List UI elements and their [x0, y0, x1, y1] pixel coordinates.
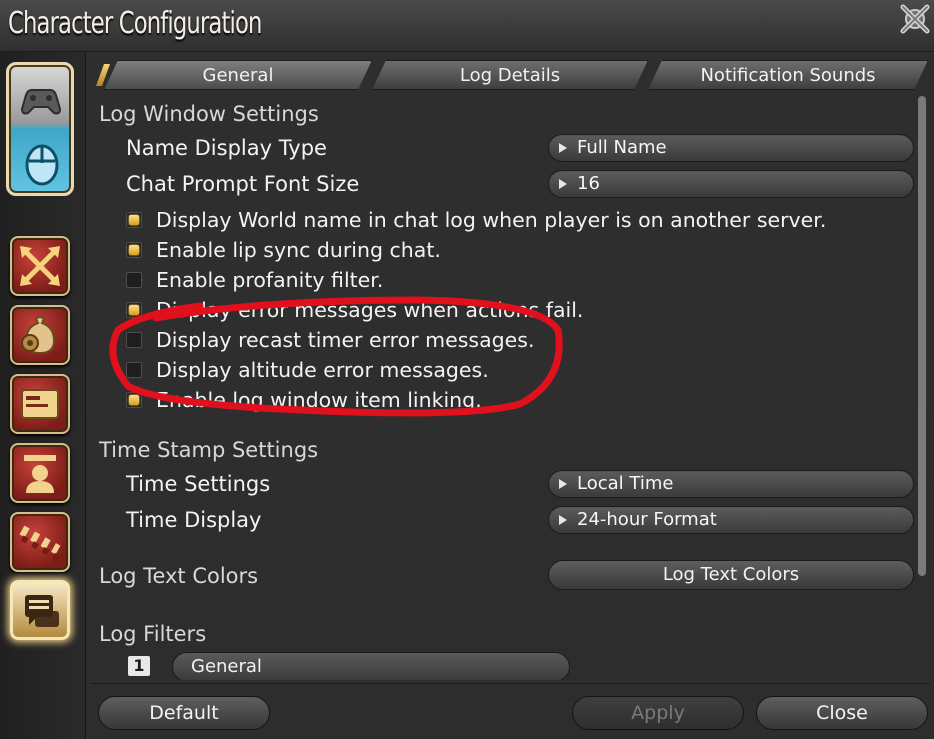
character-settings-button[interactable] [10, 443, 70, 503]
chat-prompt-font-size-dropdown[interactable]: 16 [548, 170, 914, 198]
pvp-settings-button[interactable] [10, 512, 70, 572]
checkbox[interactable] [126, 242, 142, 258]
checkbox-label: Display error messages when actions fail… [156, 298, 584, 322]
bag-gear-icon [21, 316, 56, 355]
checker-flag-icon [19, 525, 61, 561]
close-icon[interactable] [898, 2, 932, 36]
chat-prompt-font-size-value: 16 [577, 173, 600, 194]
time-settings-label: Time Settings [126, 472, 271, 496]
checkbox-label: Display World name in chat log when play… [156, 208, 827, 232]
log-text-colors-title: Log Text Colors [99, 564, 259, 588]
chat-bubbles-icon [25, 595, 59, 627]
crossed-arrows-icon [20, 246, 60, 286]
chat-prompt-font-size-label: Chat Prompt Font Size [126, 172, 360, 196]
name-display-type-value: Full Name [577, 137, 667, 158]
caret-right-icon [559, 179, 567, 189]
window-title: Character Configuration [8, 6, 262, 41]
caret-right-icon [559, 143, 567, 153]
gamepad-icon [20, 88, 62, 115]
title-bar: Character Configuration [0, 0, 934, 52]
time-display-value: 24-hour Format [577, 509, 717, 530]
settings-content: Log Window Settings Name Display Type Fu… [96, 96, 916, 680]
time-stamp-settings-title: Time Stamp Settings [99, 438, 319, 462]
checkbox[interactable] [126, 392, 142, 408]
time-settings-value: Local Time [577, 473, 674, 494]
card-settings-button[interactable] [10, 374, 70, 434]
checkbox[interactable] [126, 212, 142, 228]
checkbox-label: Enable profanity filter. [156, 268, 384, 292]
filter-number-badge: 1 [128, 656, 150, 676]
character-configuration-window: Character Configuration General Log Deta… [0, 0, 934, 739]
checkbox-label: Enable lip sync during chat. [156, 238, 441, 262]
checkbox[interactable] [126, 302, 142, 318]
log-text-colors-button[interactable]: Log Text Colors [548, 560, 914, 590]
log-filter-general-button[interactable]: General [172, 652, 570, 680]
mouse-icon [25, 144, 59, 186]
caret-right-icon [559, 515, 567, 525]
person-icon [24, 455, 56, 493]
close-button[interactable]: Close [756, 696, 928, 730]
tab-general[interactable]: General [104, 60, 372, 90]
footer-divider [90, 683, 930, 684]
scrollbar[interactable] [918, 96, 926, 576]
items-settings-button[interactable] [10, 305, 70, 365]
caret-right-icon [559, 479, 567, 489]
log-settings-button[interactable] [10, 580, 70, 640]
apply-button[interactable]: Apply [572, 696, 744, 730]
checkbox[interactable] [126, 272, 142, 288]
name-display-type-label: Name Display Type [126, 136, 327, 160]
checkbox-label: Display recast timer error messages. [156, 328, 535, 352]
log-filters-title: Log Filters [99, 622, 207, 646]
checkbox-label: Display altitude error messages. [156, 358, 489, 382]
name-display-type-dropdown[interactable]: Full Name [548, 134, 914, 162]
card-icon [21, 389, 59, 419]
hotbar-settings-button[interactable] [10, 236, 70, 296]
time-settings-dropdown[interactable]: Local Time [548, 470, 914, 498]
tab-log-details[interactable]: Log Details [372, 60, 648, 90]
controller-mouse-toggle[interactable] [6, 62, 74, 196]
time-display-label: Time Display [126, 508, 262, 532]
default-button[interactable]: Default [98, 696, 270, 730]
checkbox[interactable] [126, 362, 142, 378]
checkbox[interactable] [126, 332, 142, 348]
log-window-settings-title: Log Window Settings [99, 102, 319, 126]
tab-notification-sounds[interactable]: Notification Sounds [648, 60, 928, 90]
checkbox-label: Enable log window item linking. [156, 388, 482, 412]
time-display-dropdown[interactable]: 24-hour Format [548, 506, 914, 534]
